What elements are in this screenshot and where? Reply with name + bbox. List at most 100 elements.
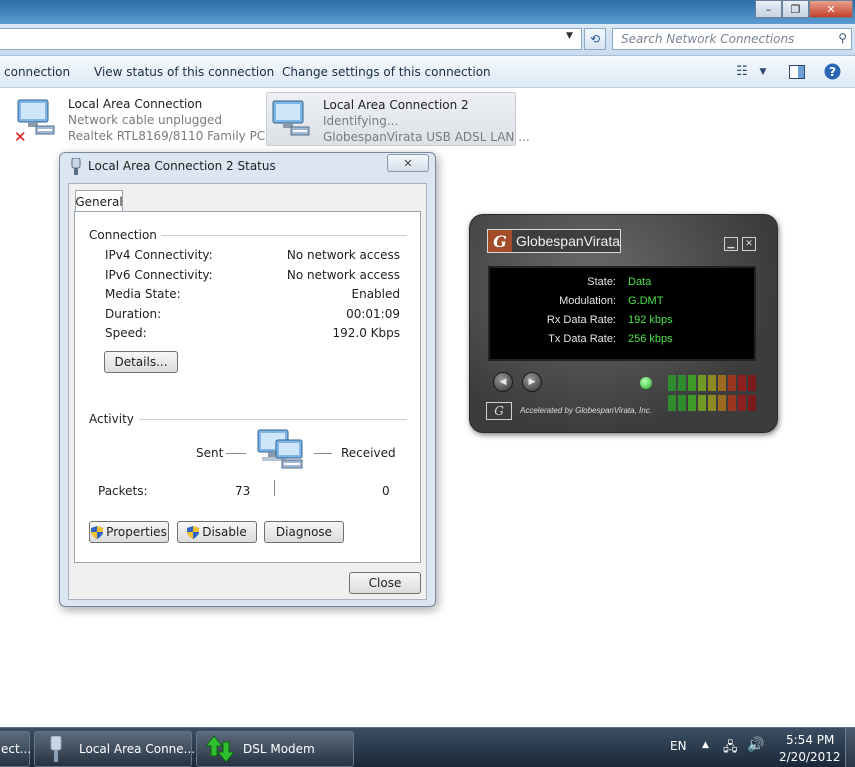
ipv6-value: No network access [286,268,400,282]
connection-group-label: Connection [89,228,157,242]
network-plug-icon [70,157,82,175]
footer-logo-icon: G [486,402,512,420]
dsl-modem-widget: G GlobespanVirata ▁ ✕ State: Data Modula… [469,214,778,433]
media-state-label: Media State: [105,287,181,301]
dialog-client: General Connection IPv4 Connectivity: No… [68,183,427,600]
media-state-value: Enabled [351,287,401,301]
refresh-icon[interactable]: ⟲ [584,28,606,50]
network-plug-icon [49,735,63,762]
speed-value: 192.0 Kbps [332,326,400,340]
ipv4-value: No network access [286,248,400,262]
connection-status: Network cable unplugged [68,113,223,127]
next-arrow-icon[interactable]: ▶ [522,372,542,392]
connection-item-lan2[interactable]: Local Area Connection 2 Identifying... G… [266,92,530,146]
brand-logo: G GlobespanVirata [487,229,621,253]
language-indicator[interactable]: EN [670,739,687,753]
view-dropdown-icon[interactable]: ▼ [753,63,773,80]
rx-rate-label: Rx Data Rate: [546,314,616,326]
speed-label: Speed: [105,326,147,340]
taskbar-item-explorer[interactable]: ect... [0,731,32,767]
state-value: Data [628,276,652,288]
address-bar-row: ▼ ⟲ Search Network Connections ⚲ [0,24,855,56]
minimize-widget-button[interactable]: ▁ [724,237,738,251]
uac-shield-icon [91,525,104,539]
window-controls: – ❐ ✕ [755,0,853,18]
taskbar: ect... Local Area Conne... DSL Modem EN … [0,727,855,767]
rx-rate-value: 192 kbps [628,314,673,326]
taskbar-item-dsl-modem[interactable]: DSL Modem [196,731,354,767]
taskbar-item-label: DSL Modem [243,742,315,756]
status-led-icon [640,377,652,389]
disconnected-x-icon: ✕ [14,128,27,146]
network-tray-icon[interactable]: 🖧 [723,738,738,760]
tray-expand-icon[interactable]: ▲ [702,740,709,750]
preview-pane-icon[interactable] [787,63,807,80]
view-options-icon[interactable]: ☷ [732,63,752,80]
properties-button[interactable]: Properties [89,521,169,543]
volume-icon[interactable]: 🔊 [747,737,764,753]
network-adapter-icon [269,97,313,141]
modulation-value: G.DMT [628,295,664,307]
connection-name: Local Area Connection [68,97,203,111]
general-tab-panel: Connection IPv4 Connectivity: No network… [74,211,421,563]
close-button[interactable]: Close [349,572,421,594]
restore-button[interactable]: ❐ [782,0,809,18]
sent-line [226,453,246,454]
address-dropdown-icon[interactable]: ▼ [566,31,573,41]
close-widget-button[interactable]: ✕ [742,237,756,251]
show-desktop-button[interactable] [845,728,855,767]
packets-sent-value: 73 [235,484,251,498]
connection-status: Identifying... [323,114,399,128]
details-button[interactable]: Details... [104,351,178,373]
modem-status-screen: State: Data Modulation: G.DMT Rx Data Ra… [488,266,756,361]
clock-date[interactable]: 2/20/2012 [779,750,841,764]
connection-device: GlobespanVirata USB ADSL LAN ... [323,130,530,144]
taskbar-item-label: ect... [1,742,32,756]
brand-name: GlobespanVirata [515,233,620,249]
connection-status-dialog: Local Area Connection 2 Status ✕ General… [59,152,436,607]
received-label: Received [341,446,396,460]
minimize-button[interactable]: – [755,0,782,18]
received-line [314,453,332,454]
brand-logo-mark: G [488,230,512,252]
tx-rate-label: Tx Data Rate: [548,333,616,345]
connection-device: Realtek RTL8169/8110 Family PCI ... [68,129,284,143]
cmd-connection[interactable]: connection [4,65,70,79]
group-divider [139,419,407,420]
help-icon[interactable]: ? [822,63,842,80]
disable-button[interactable]: Disable [177,521,257,543]
uac-shield-icon [187,525,200,539]
tx-rate-value: 256 kbps [628,333,673,345]
diagnose-button[interactable]: Diagnose [264,521,344,543]
group-divider [161,235,407,236]
cmd-view-status[interactable]: View status of this connection [94,65,274,79]
activity-group-label: Activity [89,412,134,426]
cmd-change-settings[interactable]: Change settings of this connection [282,65,491,79]
address-bar[interactable] [0,28,582,50]
tab-general[interactable]: General [75,190,123,212]
activity-computers-icon [256,428,308,472]
dialog-close-button[interactable]: ✕ [387,154,429,172]
duration-label: Duration: [105,307,162,321]
clock-time[interactable]: 5:54 PM [786,733,834,747]
dialog-title: Local Area Connection 2 Status [88,159,276,173]
ipv6-label: IPv6 Connectivity: [105,268,213,282]
svg-text:?: ? [829,65,836,79]
taskbar-item-label: Local Area Conne... [79,742,196,756]
modem-footer-text: Accelerated by GlobespanVirata, Inc. [520,406,652,415]
search-placeholder: Search Network Connections [621,32,795,46]
packets-divider [274,480,275,496]
packets-label: Packets: [98,484,148,498]
search-icon[interactable]: ⚲ [838,31,847,45]
connection-item-lan1[interactable]: ✕ Local Area Connection Network cable un… [0,92,284,146]
duration-value: 00:01:09 [346,307,400,321]
signal-meter-top [668,375,756,391]
ipv4-label: IPv4 Connectivity: [105,248,213,262]
previous-arrow-icon[interactable]: ◀ [493,372,513,392]
close-window-button[interactable]: ✕ [809,0,853,18]
updown-arrows-icon [204,734,236,764]
search-input[interactable]: Search Network Connections ⚲ [612,28,852,50]
disable-label: Disable [202,525,247,539]
taskbar-item-lan-status[interactable]: Local Area Conne... [34,731,196,767]
explorer-title-bar: – ❐ ✕ [0,0,855,24]
